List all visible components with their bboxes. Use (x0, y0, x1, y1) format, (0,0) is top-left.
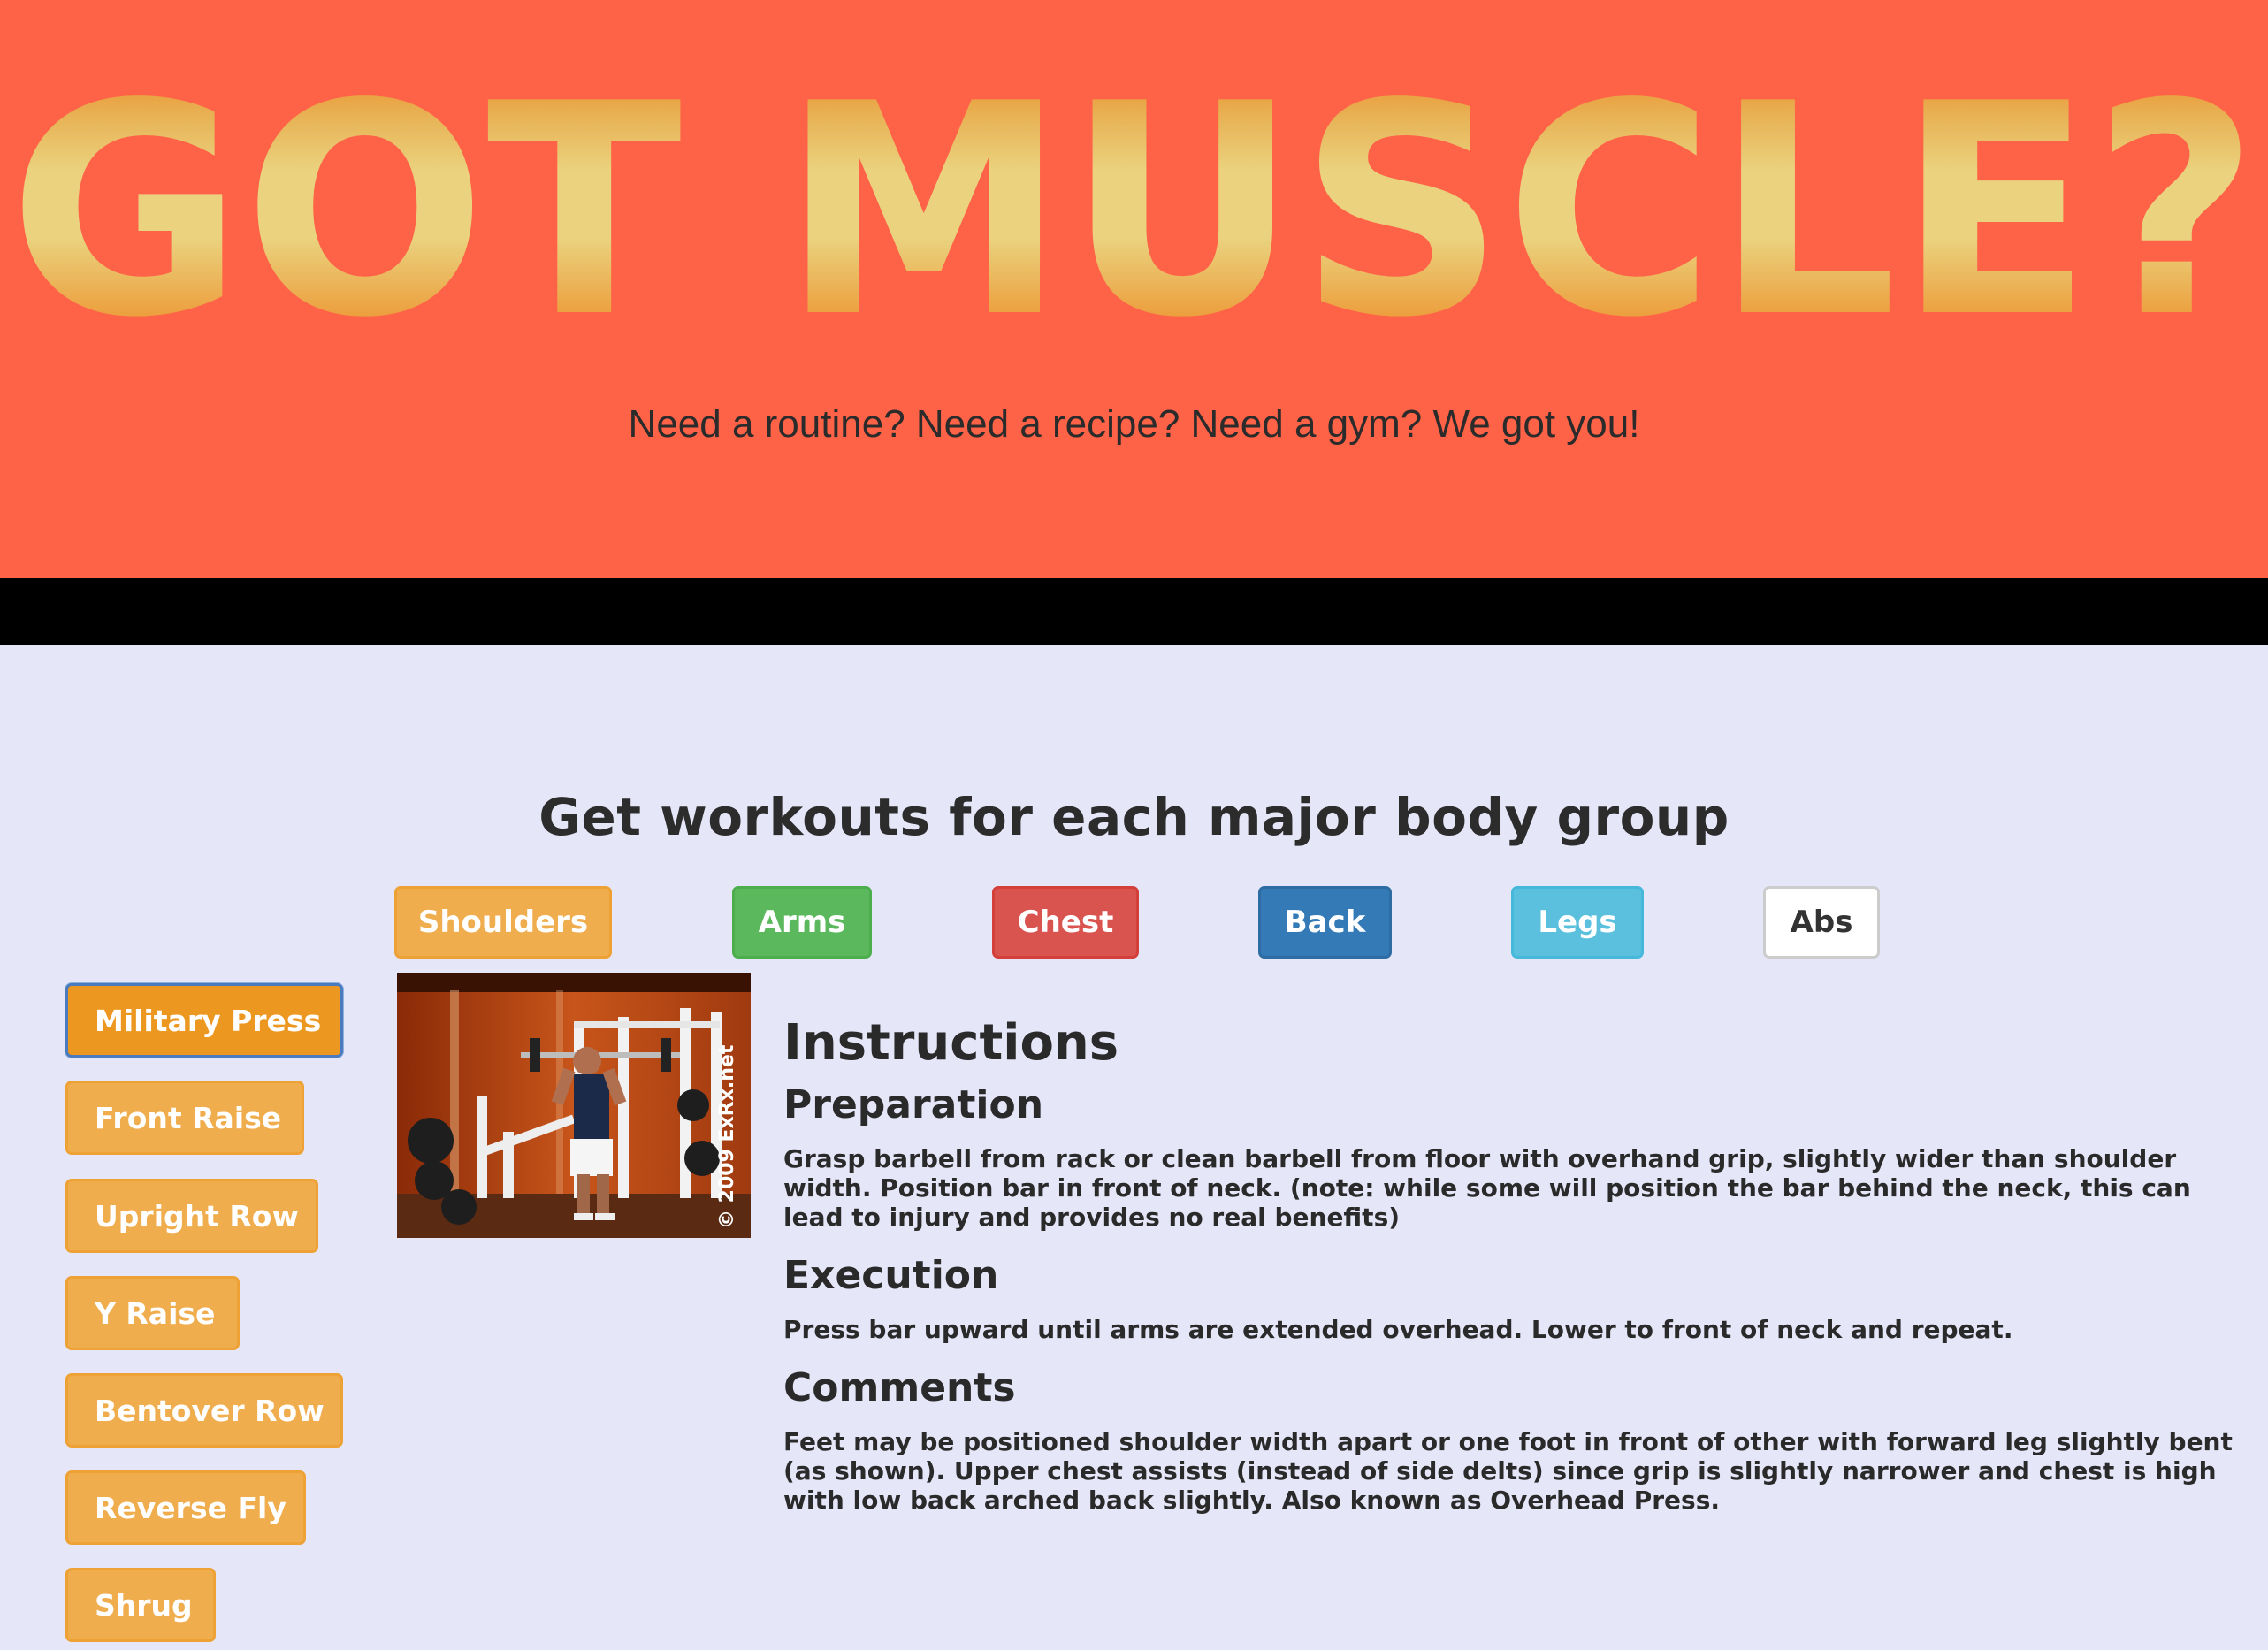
exercise-button-upright-row[interactable]: Upright Row (65, 1179, 318, 1253)
hero-title-text: GOT MUSCLE? (9, 42, 2259, 343)
exercise-button-y-raise[interactable]: Y Raise (65, 1276, 240, 1350)
preparation-heading: Preparation (783, 1082, 1044, 1127)
comments-heading: Comments (783, 1365, 1016, 1410)
exercise-image: © 2009 ExRx.net (397, 973, 751, 1238)
hero-banner: GOT MUSCLE? Need a routine? Need a recip… (0, 0, 2268, 578)
hero-tagline: Need a routine? Need a recipe? Need a gy… (628, 402, 1640, 446)
tab-arms[interactable]: Arms (732, 886, 872, 959)
tab-abs[interactable]: Abs (1763, 886, 1880, 959)
hero-title: GOT MUSCLE? (9, 42, 2259, 343)
preparation-text: Grasp barbell from rack or clean barbell… (783, 1144, 2191, 1232)
tab-legs[interactable]: Legs (1511, 886, 1644, 959)
section-heading: Get workouts for each major body group (538, 787, 1730, 847)
hero-divider (0, 578, 2268, 645)
execution-text: Press bar upward until arms are extended… (783, 1315, 2013, 1344)
exercise-button-bentover-row[interactable]: Bentover Row (65, 1373, 343, 1448)
instructions-panel: Instructions Preparation Grasp barbell f… (783, 1008, 2247, 1515)
tab-chest[interactable]: Chest (992, 886, 1139, 959)
comments-text: Feet may be positioned shoulder width ap… (783, 1427, 2233, 1515)
tab-shoulders[interactable]: Shoulders (394, 886, 612, 959)
exercise-button-reverse-fly[interactable]: Reverse Fly (65, 1470, 306, 1545)
exercise-button-shrug[interactable]: Shrug (65, 1568, 216, 1642)
execution-heading: Execution (783, 1253, 999, 1298)
tab-back[interactable]: Back (1258, 886, 1392, 959)
image-watermark: © 2009 ExRx.net (716, 1044, 738, 1229)
exercise-button-front-raise[interactable]: Front Raise (65, 1081, 304, 1155)
instructions-title: Instructions (783, 1014, 1119, 1072)
exercise-button-military-press[interactable]: Military Press (65, 983, 343, 1058)
